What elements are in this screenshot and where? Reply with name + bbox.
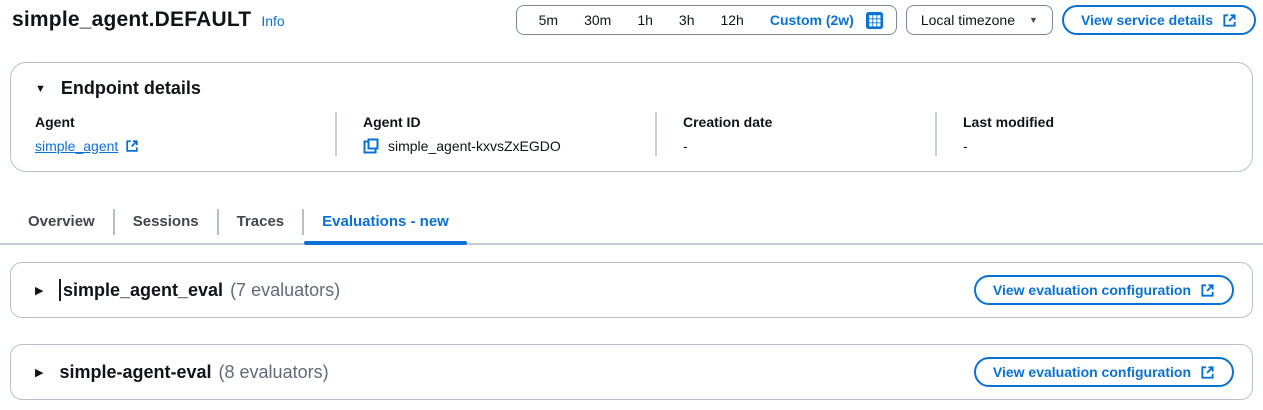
time-range-custom[interactable]: Custom (2w) — [757, 12, 860, 28]
triangle-down-icon: ▼ — [35, 83, 46, 95]
evaluation-count: (7 evaluators) — [230, 280, 340, 301]
endpoint-details-toggle[interactable]: ▼ Endpoint details — [35, 78, 1228, 99]
field-creation-date: Creation date - — [655, 112, 935, 156]
agent-link[interactable]: simple_agent — [35, 136, 118, 156]
time-range-1h[interactable]: 1h — [624, 12, 666, 28]
page-title: simple_agent.DEFAULT — [12, 8, 251, 32]
topbar: simple_agent.DEFAULT Info 5m 30m 1h 3h 1… — [0, 0, 1263, 40]
evaluation-card: ▶ simple-agent-eval (8 evaluators) View … — [10, 344, 1253, 400]
external-link-icon — [1200, 365, 1215, 380]
tab-evaluations[interactable]: Evaluations - new — [304, 200, 467, 243]
view-service-details-button[interactable]: View service details — [1062, 5, 1256, 35]
triangle-right-icon[interactable]: ▶ — [35, 284, 43, 297]
time-range-3h[interactable]: 3h — [666, 12, 708, 28]
endpoint-details-title: Endpoint details — [61, 78, 201, 99]
view-evaluation-configuration-button[interactable]: View evaluation configuration — [974, 357, 1234, 387]
time-range-5m[interactable]: 5m — [526, 12, 571, 28]
time-range-12h[interactable]: 12h — [707, 12, 756, 28]
last-modified-value: - — [963, 136, 1218, 156]
field-last-modified: Last modified - — [935, 112, 1228, 156]
field-agent-id: Agent ID simple_agent-kxvsZxEGDO — [335, 112, 655, 156]
field-label: Agent ID — [363, 112, 645, 132]
tab-sessions[interactable]: Sessions — [115, 200, 217, 243]
external-link-icon — [125, 139, 139, 153]
view-evaluation-configuration-label: View evaluation configuration — [993, 364, 1191, 380]
caret-down-icon: ▼ — [1029, 15, 1038, 25]
endpoint-details-columns: Agent simple_agent Agent ID simple_agent… — [35, 112, 1228, 156]
tab-bar: Overview Sessions Traces Evaluations - n… — [0, 200, 1263, 245]
time-range-selector: 5m 30m 1h 3h 12h Custom (2w) — [516, 5, 897, 35]
field-label: Last modified — [963, 112, 1218, 132]
view-evaluation-configuration-label: View evaluation configuration — [993, 282, 1191, 298]
calendar-icon[interactable] — [860, 12, 887, 29]
evaluation-name: simple_agent_eval — [63, 280, 223, 301]
evaluation-name: simple-agent-eval — [59, 362, 211, 383]
endpoint-details-card: ▼ Endpoint details Agent simple_agent Ag… — [10, 62, 1253, 172]
evaluation-count: (8 evaluators) — [219, 362, 329, 383]
tab-overview[interactable]: Overview — [10, 200, 113, 243]
view-evaluation-configuration-button[interactable]: View evaluation configuration — [974, 275, 1234, 305]
timezone-dropdown[interactable]: Local timezone ▼ — [906, 5, 1053, 35]
evaluation-card: ▶ simple_agent_eval (7 evaluators) View … — [10, 262, 1253, 318]
view-service-details-label: View service details — [1081, 12, 1213, 28]
info-link[interactable]: Info — [261, 13, 284, 29]
field-label: Agent — [35, 112, 325, 132]
creation-date-value: - — [683, 136, 925, 156]
field-agent: Agent simple_agent — [35, 112, 335, 156]
external-link-icon — [1200, 283, 1215, 298]
tab-traces[interactable]: Traces — [219, 200, 303, 243]
top-controls: 5m 30m 1h 3h 12h Custom (2w) Local timez… — [516, 5, 1256, 35]
time-range-30m[interactable]: 30m — [571, 12, 624, 28]
timezone-label: Local timezone — [921, 12, 1015, 28]
external-link-icon — [1222, 13, 1237, 28]
text-cursor — [59, 279, 61, 301]
field-label: Creation date — [683, 112, 925, 132]
copy-icon[interactable] — [363, 138, 379, 154]
title-group: simple_agent.DEFAULT Info — [12, 8, 285, 32]
triangle-right-icon[interactable]: ▶ — [35, 366, 43, 379]
agent-id-value: simple_agent-kxvsZxEGDO — [388, 136, 561, 156]
